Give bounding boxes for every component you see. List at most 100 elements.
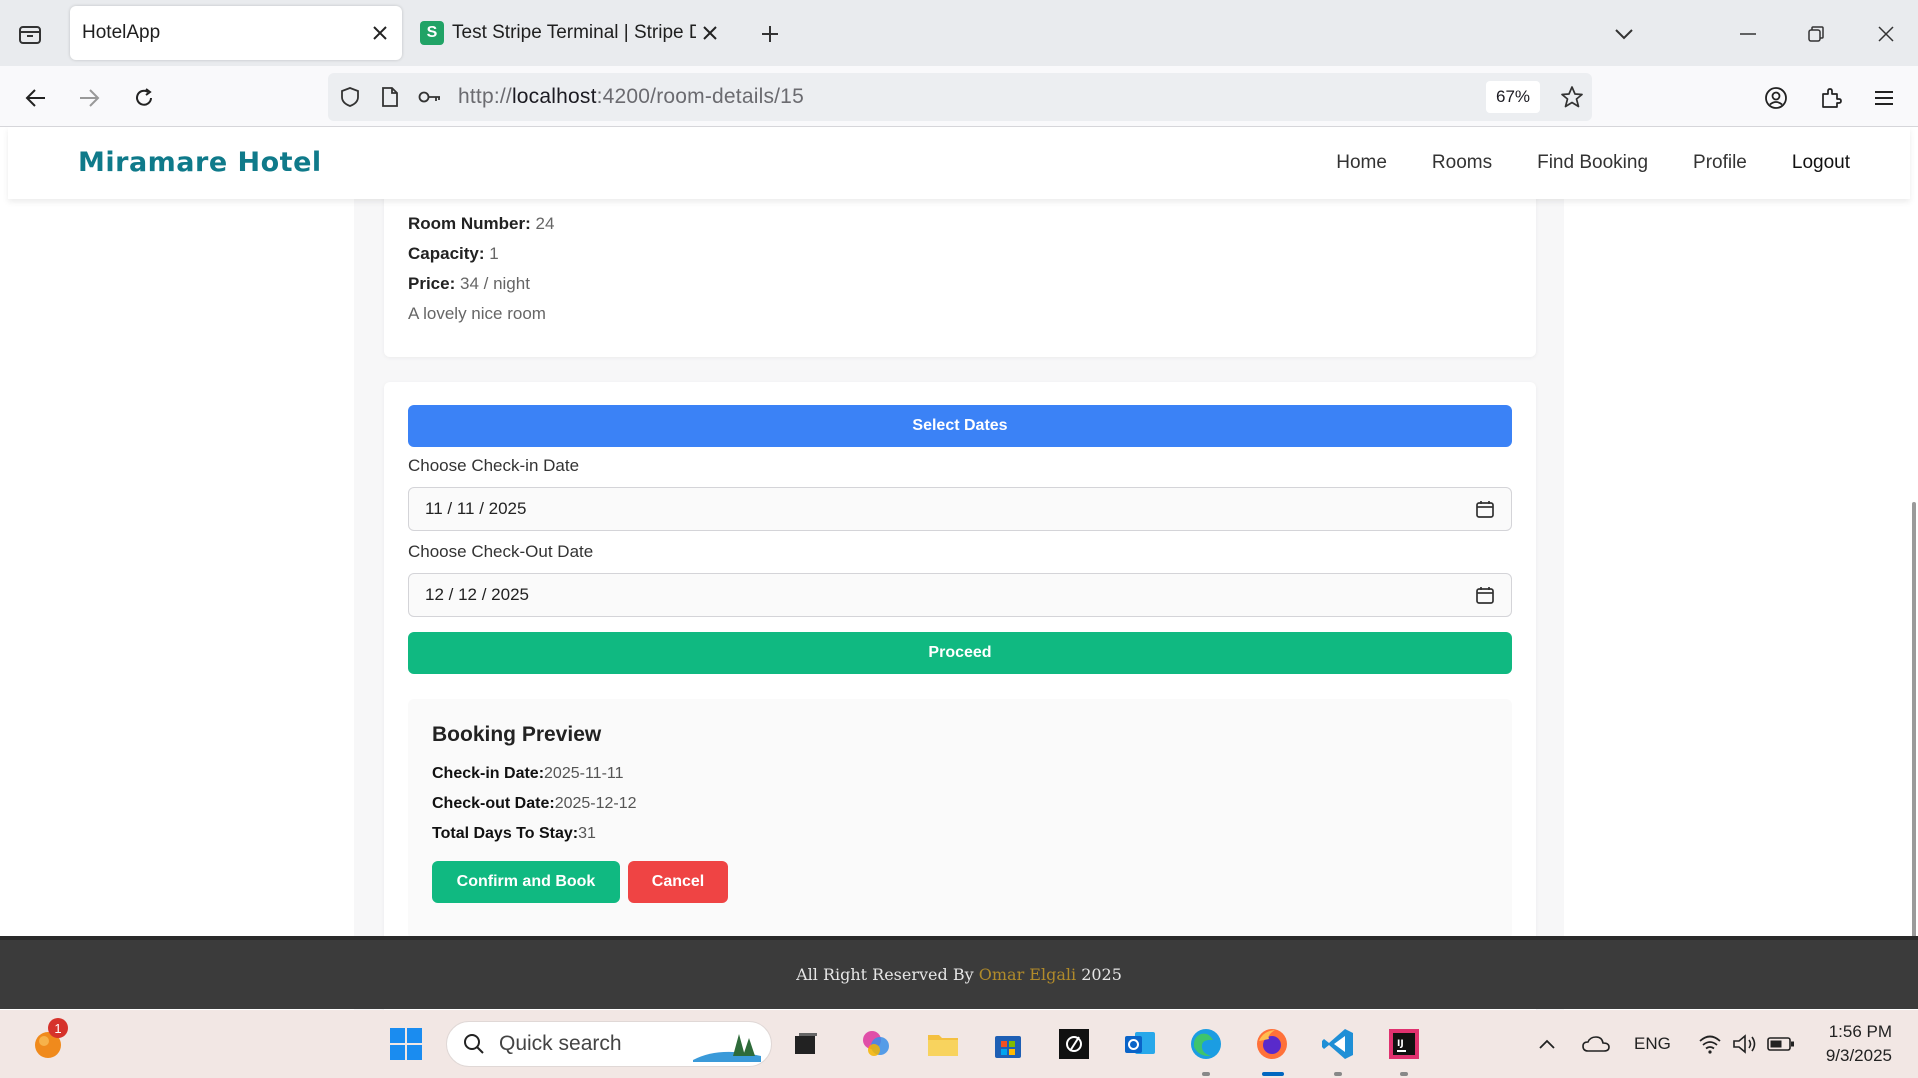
preview-title: Booking Preview — [432, 723, 602, 746]
room-number-line: Room Number: 24 — [408, 214, 555, 233]
nav-profile[interactable]: Profile — [1693, 152, 1747, 174]
file-explorer-icon[interactable] — [923, 1024, 963, 1064]
booking-preview: Booking Preview Check-in Date:2025-11-11… — [408, 699, 1512, 939]
search-placeholder: Quick search — [499, 1032, 622, 1055]
extensions-icon[interactable] — [1813, 80, 1849, 116]
back-arrow-icon[interactable] — [18, 80, 54, 116]
booking-card: Select Dates Choose Check-in Date 11 / 1… — [384, 382, 1536, 1010]
footer-author: Omar Elgali — [978, 965, 1077, 984]
volume-icon[interactable] — [1725, 1024, 1765, 1064]
price-line: Price: 34 / night — [408, 274, 530, 293]
edge-icon[interactable] — [1186, 1024, 1226, 1064]
zoom-level-badge[interactable]: 67% — [1486, 81, 1541, 113]
restore-icon[interactable] — [1798, 16, 1834, 52]
outlook-icon[interactable] — [1120, 1024, 1160, 1064]
checkin-date-value: 11 / 11 / 2025 — [425, 499, 527, 518]
tab-overflow-chevron-icon[interactable] — [1606, 16, 1642, 52]
firefox-active-indicator — [1262, 1072, 1284, 1076]
notification-badge: 1 — [48, 1018, 68, 1038]
page-info-icon[interactable] — [370, 77, 410, 117]
capacity-line: Capacity: 1 — [408, 244, 499, 263]
checkout-date-value: 12 / 12 / 2025 — [425, 585, 529, 604]
show-hidden-icons-chevron-icon[interactable] — [1527, 1024, 1567, 1064]
confirm-and-book-button[interactable]: Confirm and Book — [432, 861, 620, 903]
nav-home[interactable]: Home — [1336, 152, 1387, 174]
address-bar[interactable]: http://localhost:4200/room-details/15 67… — [328, 73, 1592, 121]
github-copilot-app-icon[interactable] — [1054, 1024, 1094, 1064]
preview-days-line: Total Days To Stay:31 — [432, 825, 596, 842]
windows-taskbar: 1 Quick search IJ ENG 1:56 PM 9/3/2025 — [0, 1010, 1918, 1078]
checkout-label: Choose Check-Out Date — [408, 542, 594, 561]
footer-text: All Right Reserved By Omar Elgali 2025 — [796, 965, 1122, 984]
account-icon[interactable] — [1758, 80, 1794, 116]
brand-logo[interactable]: Miramare Hotel — [78, 147, 322, 178]
proceed-button[interactable]: Proceed — [408, 632, 1512, 674]
vscode-running-indicator — [1334, 1072, 1342, 1076]
site-footer: All Right Reserved By Omar Elgali 2025 — [0, 936, 1918, 1009]
tab-title: Test Stripe Terminal | Stripe Docs — [452, 22, 696, 43]
preview-checkout-line: Check-out Date:2025-12-12 — [432, 795, 637, 812]
taskbar-search[interactable]: Quick search — [446, 1021, 772, 1067]
reload-icon[interactable] — [126, 80, 162, 116]
stripe-favicon-icon: S — [420, 21, 444, 45]
page-scrollbar[interactable] — [1912, 502, 1916, 997]
url-text: http://localhost:4200/room-details/15 — [458, 85, 804, 108]
room-details-card: Room Number: 24 Capacity: 1 Price: 34 / … — [384, 177, 1536, 357]
firefox-icon[interactable] — [1252, 1024, 1292, 1064]
windows-start-icon[interactable] — [386, 1024, 426, 1064]
calendar-icon[interactable] — [1475, 585, 1495, 605]
search-highlight-landscape-icon — [693, 1034, 761, 1062]
key-permissions-icon[interactable] — [410, 77, 450, 117]
preview-checkin-value: 2025-11-11 — [544, 765, 624, 782]
nav-rooms[interactable]: Rooms — [1432, 152, 1492, 174]
calendar-icon[interactable] — [1475, 499, 1495, 519]
minimize-icon[interactable] — [1730, 16, 1766, 52]
search-icon — [464, 1034, 484, 1054]
cancel-button[interactable]: Cancel — [628, 861, 728, 903]
preview-days-value: 31 — [578, 825, 596, 842]
forward-arrow-icon[interactable] — [71, 80, 107, 116]
preview-checkout-value: 2025-12-12 — [554, 795, 637, 812]
clock-date: 9/3/2025 — [1825, 1046, 1892, 1065]
intellij-running-indicator — [1400, 1072, 1408, 1076]
edge-running-indicator — [1202, 1072, 1210, 1076]
clock-time: 1:56 PM — [1828, 1022, 1892, 1041]
new-tab-icon[interactable] — [754, 18, 786, 50]
nav-logout[interactable]: Logout — [1792, 152, 1850, 174]
menu-hamburger-icon[interactable] — [1866, 80, 1902, 116]
shield-icon[interactable] — [330, 77, 370, 117]
tab-stripe-docs[interactable]: S Test Stripe Terminal | Stripe Docs — [412, 6, 732, 60]
intellij-icon[interactable]: IJ — [1384, 1024, 1424, 1064]
preview-checkin-line: Check-in Date:2025-11-11 — [432, 765, 624, 782]
bookmark-star-icon[interactable] — [1552, 77, 1592, 117]
wifi-icon[interactable] — [1690, 1024, 1730, 1064]
battery-icon[interactable] — [1761, 1024, 1801, 1064]
close-tab-icon[interactable] — [366, 19, 394, 47]
select-dates-button[interactable]: Select Dates — [408, 405, 1512, 447]
page-viewport: Miramare Hotel Home Rooms Find Booking P… — [0, 127, 1918, 1010]
checkin-date-input[interactable]: 11 / 11 / 2025 — [408, 487, 1512, 531]
tab-title: HotelApp — [82, 22, 161, 43]
system-clock[interactable]: 1:56 PM 9/3/2025 — [1826, 1020, 1892, 1068]
checkin-label: Choose Check-in Date — [408, 456, 580, 475]
checkout-date-input[interactable]: 12 / 12 / 2025 — [408, 573, 1512, 617]
close-window-icon[interactable] — [1868, 16, 1904, 52]
task-view-icon[interactable] — [786, 1024, 826, 1064]
capacity-value: 1 — [489, 244, 499, 263]
close-tab-icon[interactable] — [696, 19, 724, 47]
copilot-icon[interactable] — [856, 1024, 896, 1064]
browser-tab-bar: HotelApp S Test Stripe Terminal | Stripe… — [0, 0, 1918, 66]
price-value: 34 / night — [459, 274, 530, 293]
nav-find-booking[interactable]: Find Booking — [1537, 152, 1648, 174]
site-header: Miramare Hotel Home Rooms Find Booking P… — [8, 127, 1910, 199]
browser-toolbar: http://localhost:4200/room-details/15 67… — [0, 66, 1918, 127]
tab-hotelapp[interactable]: HotelApp — [70, 6, 402, 60]
onedrive-cloud-icon[interactable] — [1576, 1024, 1616, 1064]
room-description: A lovely nice room — [408, 304, 546, 323]
tab-list-icon[interactable] — [12, 18, 48, 50]
windows-store-icon[interactable] — [988, 1024, 1028, 1064]
vscode-icon[interactable] — [1318, 1024, 1358, 1064]
svg-text:IJ: IJ — [1397, 1039, 1404, 1049]
language-indicator[interactable]: ENG — [1634, 1034, 1671, 1054]
site-nav: Home Rooms Find Booking Profile Logout — [1336, 127, 1850, 199]
